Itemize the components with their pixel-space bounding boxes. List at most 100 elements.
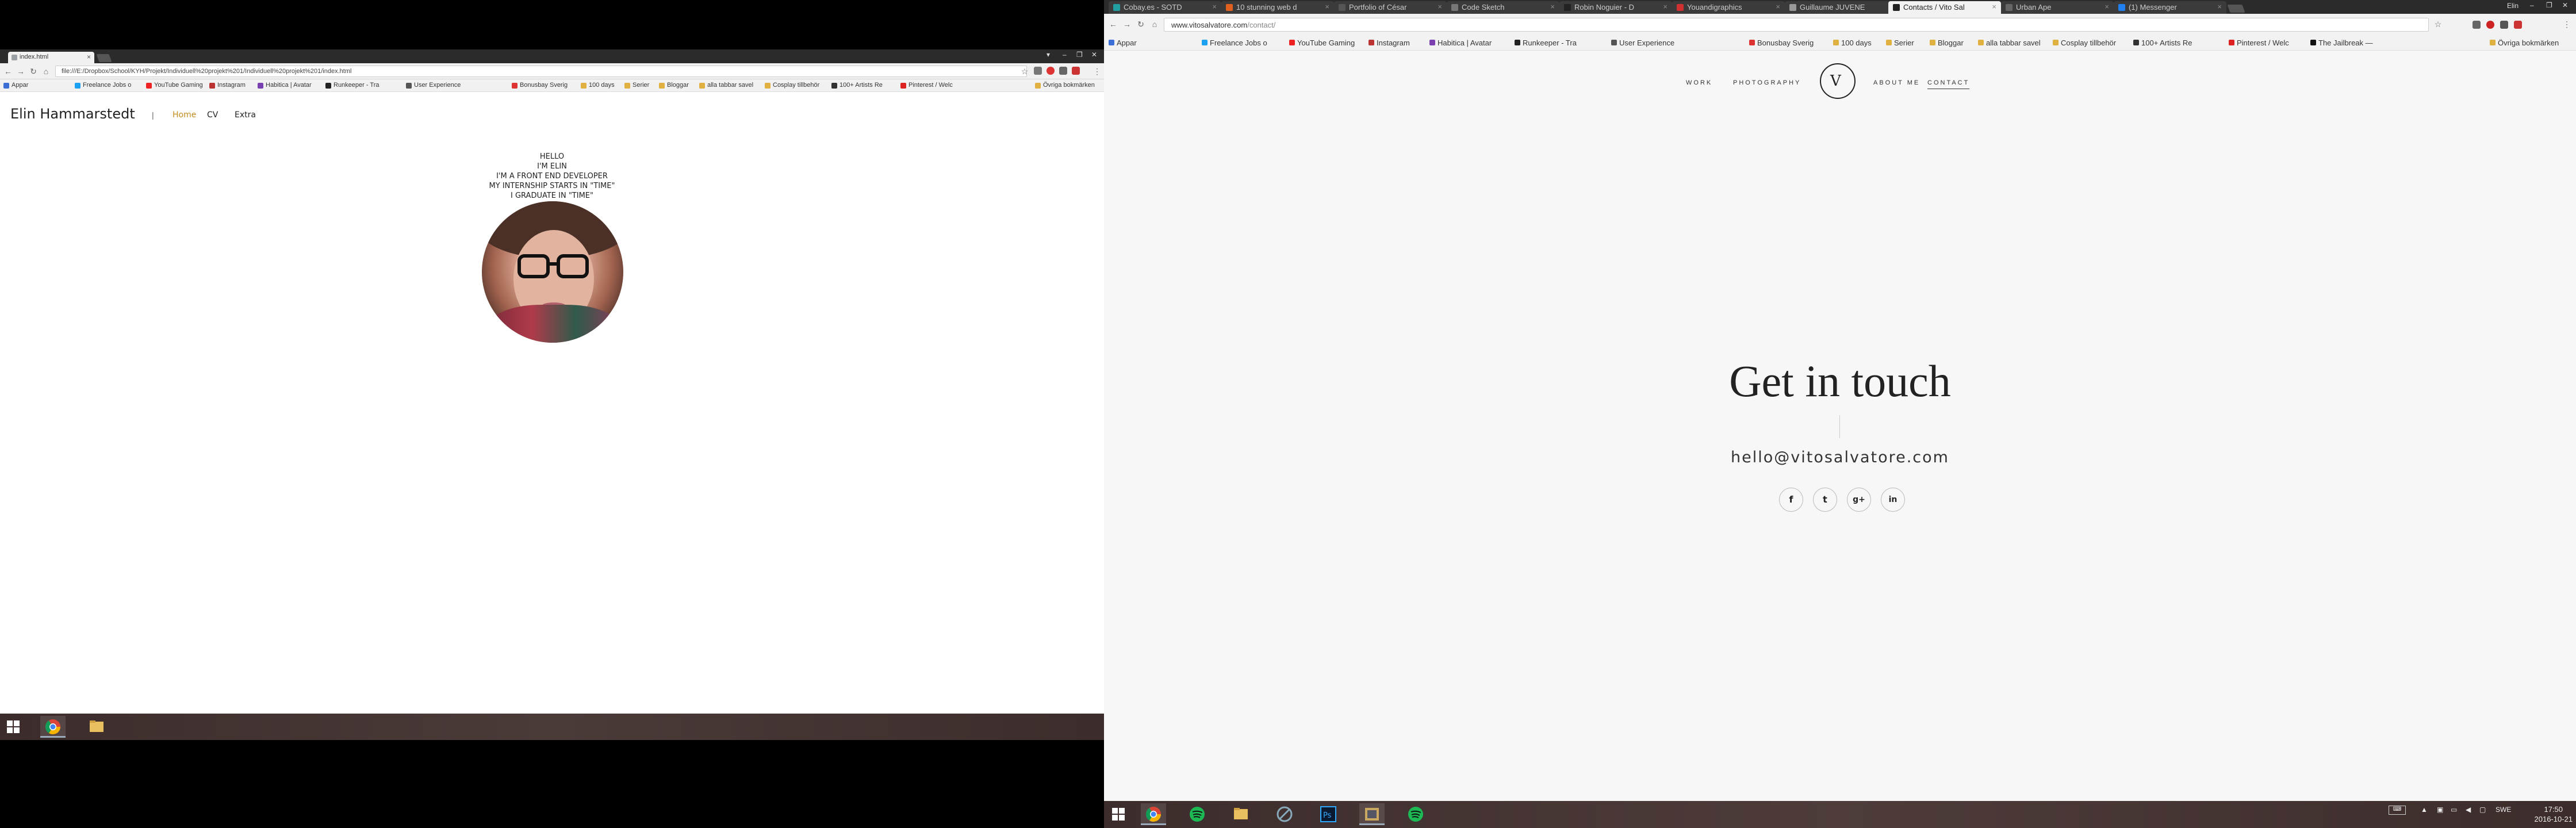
windows-start-icon[interactable] [7, 720, 20, 733]
bookmark-item[interactable]: Appar [1109, 39, 1137, 47]
show-hidden-icons[interactable]: ▲ [2421, 806, 2428, 814]
bookmark-item[interactable]: Freelance Jobs o [75, 82, 131, 89]
browser-tab[interactable]: Cobay.es - SOTD × [1109, 1, 1221, 14]
keyboard-icon[interactable]: ⌨ [2389, 806, 2406, 815]
bookmark-item[interactable]: alla tabbar savel [1978, 39, 2041, 47]
browser-tab[interactable]: Guillaume JUVENE× [1785, 1, 1897, 14]
site-logo[interactable]: V [1820, 63, 1856, 99]
close-icon[interactable]: × [1550, 2, 1555, 11]
close-icon[interactable]: × [1325, 2, 1329, 11]
bookmark-item[interactable]: User Experience [1611, 39, 1674, 47]
language-indicator[interactable]: SWE [2496, 806, 2511, 814]
close-icon[interactable]: × [87, 53, 91, 61]
forward-icon[interactable]: → [16, 67, 25, 76]
bookmark-item[interactable]: Cosplay tillbehör [2053, 39, 2116, 47]
other-bookmarks[interactable]: Övriga bokmärken [1035, 82, 1095, 89]
chrome-icon[interactable] [1141, 803, 1166, 825]
bookmark-item[interactable]: Freelance Jobs o [1202, 39, 1267, 47]
close-icon[interactable]: × [1212, 2, 1217, 11]
bookmark-item[interactable]: YouTube Gaming [146, 82, 203, 89]
forward-icon[interactable]: → [1122, 20, 1132, 29]
bookmark-item[interactable]: Instagram [209, 82, 246, 89]
menu-icon[interactable]: ⋮ [1092, 67, 1102, 76]
photoshop-icon[interactable]: Ps [1316, 803, 1341, 825]
extension-icon[interactable] [2514, 21, 2522, 29]
bookmark-item[interactable]: 100+ Artists Re [831, 82, 883, 89]
windows-start-icon[interactable] [1112, 808, 1125, 821]
close-icon[interactable]: × [2217, 2, 2222, 11]
maximize-icon[interactable]: ❐ [1076, 51, 1083, 59]
home-icon[interactable]: ⌂ [41, 67, 51, 76]
browser-tab[interactable]: Robin Noguier - D × [1559, 1, 1672, 14]
file-explorer-icon[interactable] [84, 716, 109, 738]
twitter-icon[interactable]: t [1813, 488, 1837, 512]
browser-tab[interactable]: Urban Ape × [2001, 1, 2114, 14]
bookmark-item[interactable]: Serier [624, 82, 649, 89]
user-name[interactable]: Elin [2507, 2, 2518, 10]
bookmark-item[interactable]: Instagram [1368, 39, 1410, 47]
minimize-icon[interactable]: – [1063, 51, 1067, 59]
extension-icon[interactable] [1034, 67, 1042, 75]
maximize-icon[interactable]: ❐ [2546, 1, 2552, 9]
bookmark-item[interactable]: Habitica | Avatar [1429, 39, 1492, 47]
back-icon[interactable]: ← [1109, 20, 1118, 29]
extension-icon[interactable] [2472, 21, 2481, 29]
browser-tab[interactable]: (1) Messenger × [2114, 1, 2226, 14]
clock[interactable]: 17:50 2016-10-21 [2535, 804, 2573, 824]
bookmark-item[interactable]: YouTube Gaming [1289, 39, 1355, 47]
other-bookmarks[interactable]: Övriga bokmärken [2490, 39, 2559, 47]
facebook-icon[interactable]: f [1779, 488, 1803, 512]
user-icon[interactable]: ▾ [1046, 51, 1050, 59]
extension-icon[interactable] [1072, 67, 1080, 75]
star-icon[interactable]: ☆ [2433, 20, 2443, 29]
bookmark-item[interactable]: Bloggar [659, 82, 689, 89]
close-icon[interactable]: × [1992, 2, 1996, 11]
reload-icon[interactable]: ↻ [1136, 20, 1145, 29]
nav-cv[interactable]: CV [207, 110, 218, 120]
extension-icon[interactable] [2500, 21, 2508, 29]
close-icon[interactable]: × [1663, 2, 1667, 11]
close-icon[interactable]: × [1776, 2, 1780, 11]
extension-icon[interactable] [2486, 21, 2494, 29]
bookmark-item[interactable]: 100+ Artists Re [2133, 39, 2192, 47]
bookmark-item[interactable]: Pinterest / Welc [900, 82, 953, 89]
star-icon[interactable]: ☆ [1020, 67, 1029, 76]
spotify-icon[interactable] [1403, 803, 1428, 825]
browser-tab[interactable]: 10 stunning web d × [1221, 1, 1334, 14]
network-icon[interactable]: ▣ [2437, 806, 2443, 814]
new-tab-button[interactable] [2227, 5, 2245, 13]
reload-icon[interactable]: ↻ [29, 67, 38, 76]
close-window-icon[interactable]: ✕ [2562, 1, 2568, 9]
tab-index[interactable]: index.html × [8, 52, 94, 63]
bookmark-item[interactable]: Bonusbay Sverig [1749, 39, 1814, 47]
browser-tab[interactable]: Youandigraphics × [1672, 1, 1785, 14]
bookmark-item[interactable]: User Experience [406, 82, 461, 89]
close-window-icon[interactable]: ✕ [1091, 51, 1097, 59]
new-tab-button[interactable] [96, 54, 112, 62]
bookmark-item[interactable]: Bonusbay Sverig [512, 82, 568, 89]
nav-about[interactable]: ABOUT ME [1873, 79, 1920, 86]
address-bar[interactable]: www.vitosalvatore.com/contact/ [1164, 18, 2429, 32]
browser-tab[interactable]: Code Sketch × [1447, 1, 1559, 14]
power-icon[interactable]: ▭ [2451, 806, 2457, 814]
bookmark-item[interactable]: alla tabbar savel [699, 82, 753, 89]
spotify-icon[interactable] [1184, 803, 1210, 825]
bookmark-item[interactable]: Runkeeper - Tra [325, 82, 379, 89]
nav-home[interactable]: Home [172, 110, 196, 120]
bookmark-item[interactable]: 100 days [581, 82, 615, 89]
google-plus-icon[interactable]: g+ [1847, 488, 1871, 512]
bookmark-item[interactable]: Serier [1886, 39, 1914, 47]
extension-icon[interactable] [1059, 67, 1067, 75]
address-bar[interactable]: file:///E:/Dropbox/School/KYH/Projekt/In… [55, 66, 1027, 77]
browser-tab-active[interactable]: Contacts / Vito Sal × [1888, 1, 2001, 14]
active-app-icon[interactable] [1359, 803, 1385, 825]
nav-work[interactable]: WORK [1686, 79, 1712, 86]
back-icon[interactable]: ← [3, 67, 13, 76]
browser-tab[interactable]: Portfolio of César × [1334, 1, 1447, 14]
menu-icon[interactable]: ⋮ [2562, 20, 2571, 29]
home-icon[interactable]: ⌂ [1150, 20, 1159, 29]
bookmark-item[interactable]: Appar [3, 82, 28, 89]
file-explorer-icon[interactable] [1228, 803, 1254, 825]
nav-contact[interactable]: CONTACT [1927, 79, 1970, 89]
bookmark-item[interactable]: Cosplay tillbehör [765, 82, 819, 89]
